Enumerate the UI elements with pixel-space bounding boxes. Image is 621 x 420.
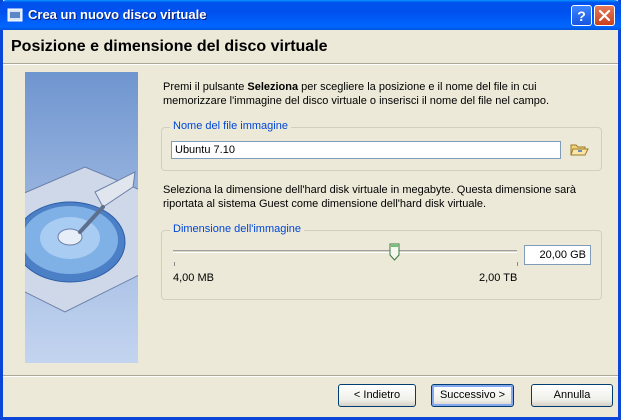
window-title: Crea un nuovo disco virtuale bbox=[28, 7, 207, 22]
folder-open-icon[interactable] bbox=[569, 140, 589, 160]
dialog-window: Crea un nuovo disco virtuale ? Posizione… bbox=[0, 0, 621, 420]
hard-disk-icon bbox=[25, 166, 138, 313]
virtualbox-app-icon bbox=[7, 8, 23, 22]
size-value-input[interactable]: 20,00 GB bbox=[524, 245, 591, 265]
cancel-button[interactable]: Annulla bbox=[531, 384, 613, 407]
next-button[interactable]: Successivo > bbox=[431, 384, 514, 407]
close-icon bbox=[598, 9, 611, 22]
slider-tick-max bbox=[517, 262, 518, 266]
footer-divider bbox=[3, 375, 618, 377]
slider-tick-min bbox=[174, 262, 175, 266]
image-size-group-label: Dimensione dell'immagine bbox=[170, 223, 305, 235]
title-bar[interactable]: Crea un nuovo disco virtuale ? bbox=[0, 0, 621, 30]
file-name-group-label: Nome del file immagine bbox=[170, 120, 291, 132]
header-divider bbox=[3, 63, 618, 65]
instruction-text: Premi il pulsante Seleziona per sceglier… bbox=[163, 81, 550, 107]
help-button[interactable]: ? bbox=[571, 5, 592, 26]
page-header: Posizione e dimensione del disco virtual… bbox=[3, 30, 618, 62]
close-button[interactable] bbox=[594, 5, 615, 26]
question-mark-icon: ? bbox=[577, 8, 586, 24]
size-slider-track[interactable] bbox=[173, 250, 517, 253]
size-slider-thumb[interactable] bbox=[389, 243, 400, 261]
file-name-input[interactable]: Ubuntu 7.10 bbox=[171, 141, 561, 159]
back-button[interactable]: < Indietro bbox=[338, 384, 416, 407]
size-description: Seleziona la dimensione dell'hard disk v… bbox=[163, 184, 576, 210]
page-title: Posizione e dimensione del disco virtual… bbox=[11, 38, 328, 55]
hard-disk-illustration bbox=[25, 72, 138, 363]
size-max-label: 2,00 TB bbox=[479, 272, 518, 284]
size-min-label: 4,00 MB bbox=[173, 272, 214, 284]
svg-text:?: ? bbox=[577, 8, 586, 24]
image-size-group: Dimensione dell'immagine bbox=[161, 223, 602, 300]
